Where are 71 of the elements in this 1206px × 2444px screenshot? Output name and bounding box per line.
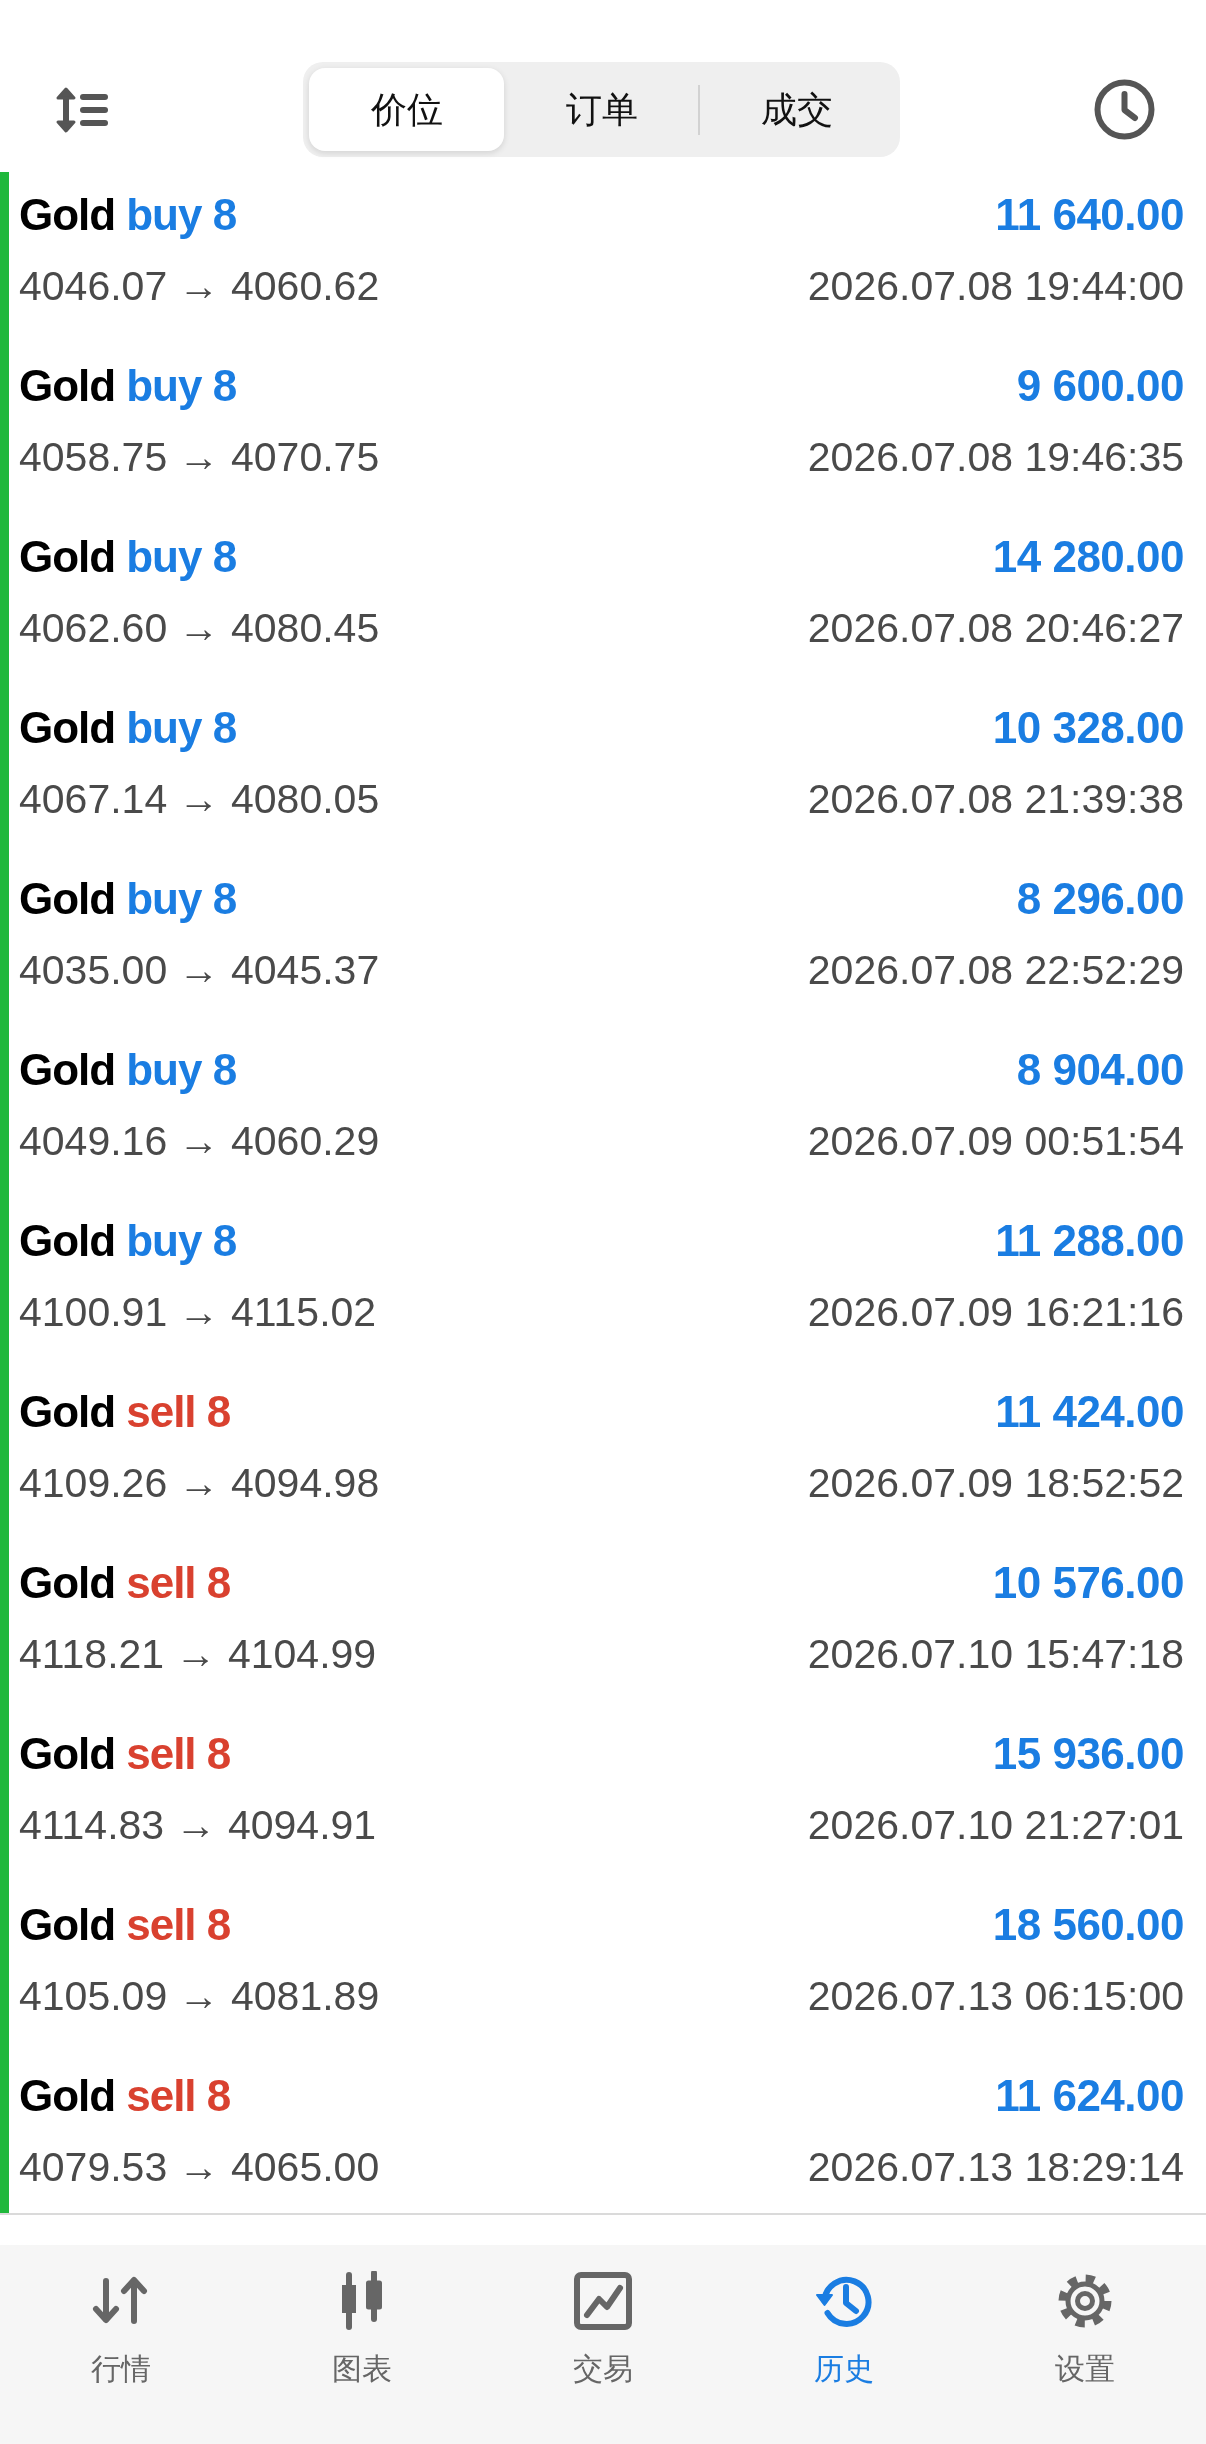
clock-icon[interactable] xyxy=(1094,79,1155,140)
tab-bar-item[interactable]: 历史 xyxy=(723,2271,965,2444)
price-range: 4067.14 → 4080.05 xyxy=(19,775,380,824)
deal-type-label: sell 8 xyxy=(126,1729,231,1779)
symbol-label: Gold xyxy=(19,361,116,411)
deal-time: 2026.07.10 15:47:18 xyxy=(807,1630,1184,1679)
profit-value: 11 288.00 xyxy=(995,1216,1184,1266)
price-range: 4105.09 → 4081.89 xyxy=(19,1972,380,2021)
deal-type-label: sell 8 xyxy=(126,1558,231,1608)
price-range: 4079.53 → 4065.00 xyxy=(19,2143,380,2192)
profit-value: 11 624.00 xyxy=(995,2071,1184,2121)
deal-time: 2026.07.08 21:39:38 xyxy=(807,775,1184,824)
deal-type-label: buy 8 xyxy=(126,1216,237,1266)
profit-value: 14 280.00 xyxy=(992,532,1184,582)
profit-value: 10 328.00 xyxy=(992,703,1184,753)
price-range: 4118.21 → 4104.99 xyxy=(19,1630,377,1679)
symbol-label: Gold xyxy=(19,1900,116,1950)
profit-value: 15 936.00 xyxy=(992,1729,1184,1779)
deal-type-label: buy 8 xyxy=(126,190,237,240)
price-range: 4114.83 → 4094.91 xyxy=(19,1801,377,1850)
symbol-label: Gold xyxy=(19,1045,116,1095)
profit-value: 11 640.00 xyxy=(995,190,1184,240)
symbol-label: Gold xyxy=(19,1216,116,1266)
profit-value: 18 560.00 xyxy=(992,1900,1184,1950)
deal-type-label: buy 8 xyxy=(126,874,237,924)
price-range: 4062.60 → 4080.45 xyxy=(19,604,380,653)
price-range: 4109.26 → 4094.98 xyxy=(19,1459,380,1508)
sort-icon[interactable] xyxy=(55,85,109,134)
segment-tab[interactable]: 价位 xyxy=(309,68,504,151)
profit-value: 9 600.00 xyxy=(1016,361,1184,411)
price-range: 4035.00 → 4045.37 xyxy=(19,946,380,995)
deal-time: 2026.07.08 19:46:35 xyxy=(807,433,1184,482)
segment-tab[interactable]: 成交 xyxy=(699,68,894,151)
symbol-label: Gold xyxy=(19,190,116,240)
price-range: 4100.91 → 4115.02 xyxy=(19,1288,377,1337)
deal-type-label: buy 8 xyxy=(126,361,237,411)
deal-type-label: sell 8 xyxy=(126,2071,231,2121)
symbol-label: Gold xyxy=(19,1729,116,1779)
deal-time: 2026.07.08 20:46:27 xyxy=(807,604,1184,653)
symbol-label: Gold xyxy=(19,1558,116,1608)
deal-time: 2026.07.13 18:29:14 xyxy=(807,2143,1184,2192)
tab-bar-item[interactable]: 设置 xyxy=(964,2271,1206,2444)
deal-type-label: buy 8 xyxy=(126,703,237,753)
line-chart-icon xyxy=(573,2271,633,2331)
price-range: 4058.75 → 4070.75 xyxy=(19,433,380,482)
profit-value: 8 904.00 xyxy=(1016,1045,1184,1095)
tab-bar-item[interactable]: 行情 xyxy=(0,2271,242,2444)
symbol-label: Gold xyxy=(19,874,116,924)
segment-tab[interactable]: 订单 xyxy=(504,68,699,151)
profit-value: 8 296.00 xyxy=(1016,874,1184,924)
deal-type-label: buy 8 xyxy=(126,1045,237,1095)
deal-time: 2026.07.13 06:15:00 xyxy=(807,1972,1184,2021)
deal-time: 2026.07.09 00:51:54 xyxy=(807,1117,1184,1166)
tab-bar-item[interactable]: 交易 xyxy=(482,2271,724,2444)
symbol-label: Gold xyxy=(19,703,116,753)
deal-time: 2026.07.08 22:52:29 xyxy=(807,946,1184,995)
price-range: 4046.07 → 4060.62 xyxy=(19,262,380,311)
deal-type-label: sell 8 xyxy=(126,1900,231,1950)
profit-value: 11 424.00 xyxy=(995,1387,1184,1437)
symbol-label: Gold xyxy=(19,532,116,582)
deal-type-label: buy 8 xyxy=(126,532,237,582)
profit-value: 10 576.00 xyxy=(992,1558,1184,1608)
deal-time: 2026.07.09 18:52:52 xyxy=(807,1459,1184,1508)
symbol-label: Gold xyxy=(19,1387,116,1437)
price-range: 4049.16 → 4060.29 xyxy=(19,1117,380,1166)
deal-time: 2026.07.08 19:44:00 xyxy=(807,262,1184,311)
deal-type-label: sell 8 xyxy=(126,1387,231,1437)
symbol-label: Gold xyxy=(19,2071,116,2121)
deal-time: 2026.07.09 16:21:16 xyxy=(807,1288,1184,1337)
tab-bar-item[interactable]: 图表 xyxy=(241,2271,483,2444)
deal-time: 2026.07.10 21:27:01 xyxy=(807,1801,1184,1850)
